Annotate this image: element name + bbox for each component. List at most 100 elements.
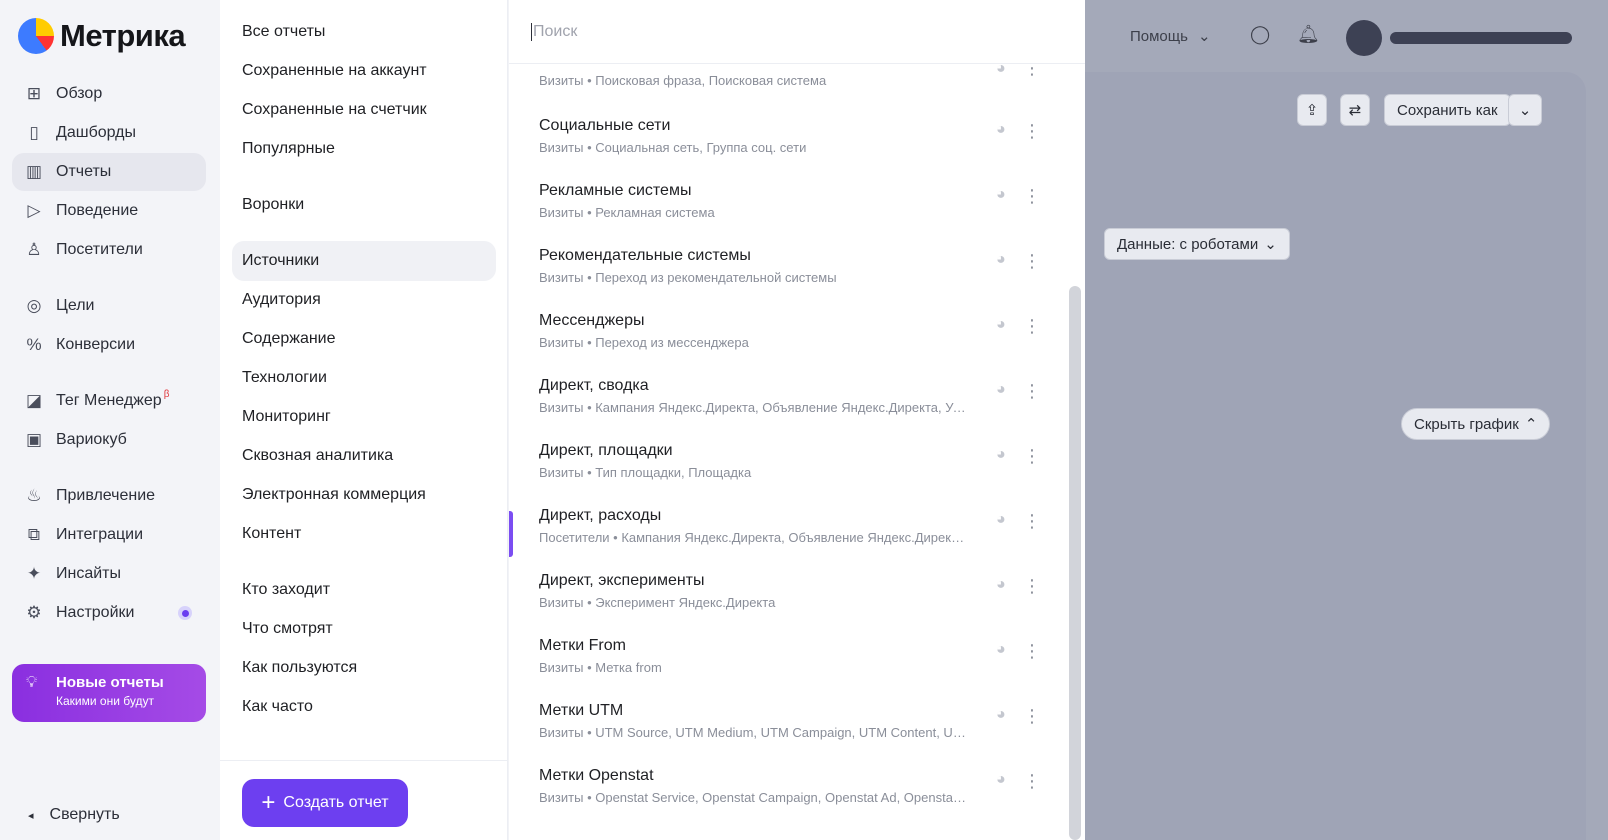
report-row[interactable]: Метки From Визиты • Метка from ◕ ⋮ (509, 629, 1069, 695)
chart-icon[interactable]: ◕ (996, 316, 1014, 334)
sidebar-item-goals[interactable]: ◎ Цели (12, 287, 206, 325)
report-row[interactable]: Метки UTM Визиты • UTM Source, UTM Medium… (509, 694, 1069, 760)
report-row[interactable]: Социальные сети Визиты • Социальная сеть,… (509, 109, 1069, 175)
more-icon[interactable]: ⋮ (1023, 769, 1041, 793)
chart-icon[interactable]: ◕ (996, 706, 1014, 724)
category-technologies[interactable]: Технологии (232, 358, 496, 398)
category-audience[interactable]: Аудитория (232, 280, 496, 320)
search-input[interactable]: Поиск (509, 0, 1085, 64)
chart-icon[interactable]: ◕ (996, 641, 1014, 659)
save-as-label: Сохранить как (1397, 101, 1498, 119)
chevron-down-icon: ⌄ (1197, 28, 1211, 45)
more-icon[interactable]: ⋮ (1023, 509, 1041, 533)
report-row[interactable]: Рекомендательные системы Визиты • Переход… (509, 239, 1069, 305)
sidebar-item-label: Вариокуб (56, 431, 127, 448)
help-menu[interactable]: Помощь ⌄ (1130, 27, 1211, 46)
category-how-used[interactable]: Как пользуются (232, 648, 496, 688)
sidebar-item-label: Настройки (56, 604, 135, 621)
report-row[interactable]: Директ, эксперименты Визиты • Эксперимент… (509, 564, 1069, 630)
sidebar-item-dashboards[interactable]: ▯ Дашборды (12, 114, 206, 152)
sidebar-item-insights[interactable]: ✦ Инсайты (12, 555, 206, 593)
report-row-selected[interactable]: Директ, расходы Посетители • Кампания Янд… (509, 499, 1069, 565)
sidebar-item-behavior[interactable]: ▷ Поведение (12, 192, 206, 230)
new-reports-promo[interactable]: 💡︎ Новые отчеты Какими они будут (12, 664, 206, 722)
save-as-button[interactable]: Сохранить как (1384, 94, 1511, 126)
sidebar-item-conversions[interactable]: % Конверсии (12, 326, 206, 364)
gear-icon: ⚙ (26, 603, 42, 622)
sidebar-item-integrations[interactable]: ⧉ Интеграции (12, 516, 206, 554)
save-as-dropdown[interactable]: ⌄ (1508, 94, 1542, 126)
category-all-reports[interactable]: Все отчеты (232, 12, 496, 52)
hide-chart-label: Скрыть график (1414, 415, 1519, 433)
sidebar-item-reports[interactable]: ▥ Отчеты (12, 153, 206, 191)
report-subtitle: Визиты • Рекламная система (539, 205, 715, 220)
bell-icon[interactable]: 🔔︎ (1297, 24, 1320, 45)
puzzle-icon: ⧉ (27, 525, 41, 544)
robots-filter[interactable]: Данные: с роботами ⌄ (1104, 228, 1290, 260)
logo[interactable]: Метрика (18, 18, 186, 54)
more-icon[interactable]: ⋮ (1023, 639, 1041, 663)
chart-icon[interactable]: ◕ (996, 186, 1014, 204)
category-monitoring[interactable]: Мониторинг (232, 397, 496, 437)
more-icon[interactable]: ⋮ (1023, 704, 1041, 728)
category-sources[interactable]: Источники (232, 241, 496, 281)
category-end-to-end[interactable]: Сквозная аналитика (232, 436, 496, 476)
category-popular[interactable]: Популярные (232, 129, 496, 169)
create-report-button[interactable]: + Создать отчет (242, 779, 408, 827)
fire-icon: ♨ (26, 486, 42, 505)
more-icon[interactable]: ⋮ (1023, 379, 1041, 403)
chart-icon[interactable]: ◕ (996, 381, 1014, 399)
chevron-up-icon: ⌃ (1524, 416, 1538, 433)
sidebar-item-acquisition[interactable]: ♨ Привлечение (12, 477, 206, 515)
sidebar-item-label: Посетители (56, 241, 143, 258)
more-icon[interactable]: ⋮ (1023, 119, 1041, 143)
sidebar-item-tag-manager[interactable]: ◪ Тег Менеджер β (12, 382, 206, 420)
category-who-visits[interactable]: Кто заходит (232, 570, 496, 610)
report-title: Рекомендательные системы (539, 247, 751, 264)
report-subtitle: Визиты • Openstat Service, Openstat Camp… (539, 790, 969, 805)
more-icon[interactable]: ⋮ (1023, 444, 1041, 468)
more-icon[interactable]: ⋮ (1023, 574, 1041, 598)
report-row[interactable]: Директ, сводка Визиты • Кампания Яндекс.Д… (509, 369, 1069, 435)
report-row[interactable]: Рекламные системы Визиты • Рекламная сист… (509, 174, 1069, 240)
sidebar-item-label: Инсайты (56, 565, 121, 582)
chat-icon[interactable]: ◯ (1250, 24, 1270, 45)
sidebar-item-variocube[interactable]: ▣ Вариокуб (12, 421, 206, 459)
chart-icon[interactable]: ◕ (996, 446, 1014, 464)
report-title: Рекламные системы (539, 182, 692, 199)
create-report-label: Создать отчет (283, 794, 389, 811)
reports-scrollbar[interactable] (1069, 286, 1081, 840)
report-row[interactable]: Мессенджеры Визиты • Переход из мессендже… (509, 304, 1069, 370)
more-icon[interactable]: ⋮ (1023, 249, 1041, 273)
collapse-button[interactable]: ◂ Свернуть (28, 806, 120, 824)
sidebar-item-visitors[interactable]: ♙ Посетители (12, 231, 206, 269)
category-saved-account[interactable]: Сохраненные на аккаунт (232, 51, 496, 91)
percent-icon: % (26, 335, 42, 354)
chart-icon[interactable]: ◕ (996, 251, 1014, 269)
category-what-viewed[interactable]: Что смотрят (232, 609, 496, 649)
chart-icon[interactable]: ◕ (996, 576, 1014, 594)
grid-icon: ⊞ (26, 84, 42, 103)
sidebar-item-overview[interactable]: ⊞ Обзор (12, 75, 206, 113)
category-saved-counter[interactable]: Сохраненные на счетчик (232, 90, 496, 130)
category-ecommerce[interactable]: Электронная коммерция (232, 475, 496, 515)
category-how-often[interactable]: Как часто (232, 687, 496, 727)
compare-icon[interactable]: ⇄ (1340, 94, 1370, 126)
more-icon[interactable]: ⋮ (1023, 314, 1041, 338)
chart-icon[interactable]: ◕ (996, 771, 1014, 789)
sidebar-item-label: Тег Менеджер (56, 392, 162, 409)
avatar[interactable] (1346, 20, 1382, 56)
chart-icon[interactable]: ◕ (996, 511, 1014, 529)
collapse-label: Свернуть (49, 806, 120, 823)
category-funnels[interactable]: Воронки (232, 185, 496, 225)
hide-chart-button[interactable]: Скрыть график ⌃ (1401, 408, 1551, 440)
share-icon[interactable]: ⇪ (1297, 94, 1327, 126)
report-subtitle: Визиты • Поисковая фраза, Поисковая сист… (539, 73, 827, 88)
category-content-group[interactable]: Содержание (232, 319, 496, 359)
sidebar-item-settings[interactable]: ⚙ Настройки (12, 594, 206, 632)
category-content[interactable]: Контент (232, 514, 496, 554)
more-icon[interactable]: ⋮ (1023, 184, 1041, 208)
report-row[interactable]: Метки Openstat Визиты • Openstat Service,… (509, 759, 1069, 825)
chart-icon[interactable]: ◕ (996, 121, 1014, 139)
report-row[interactable]: Директ, площадки Визиты • Тип площадки, П… (509, 434, 1069, 500)
